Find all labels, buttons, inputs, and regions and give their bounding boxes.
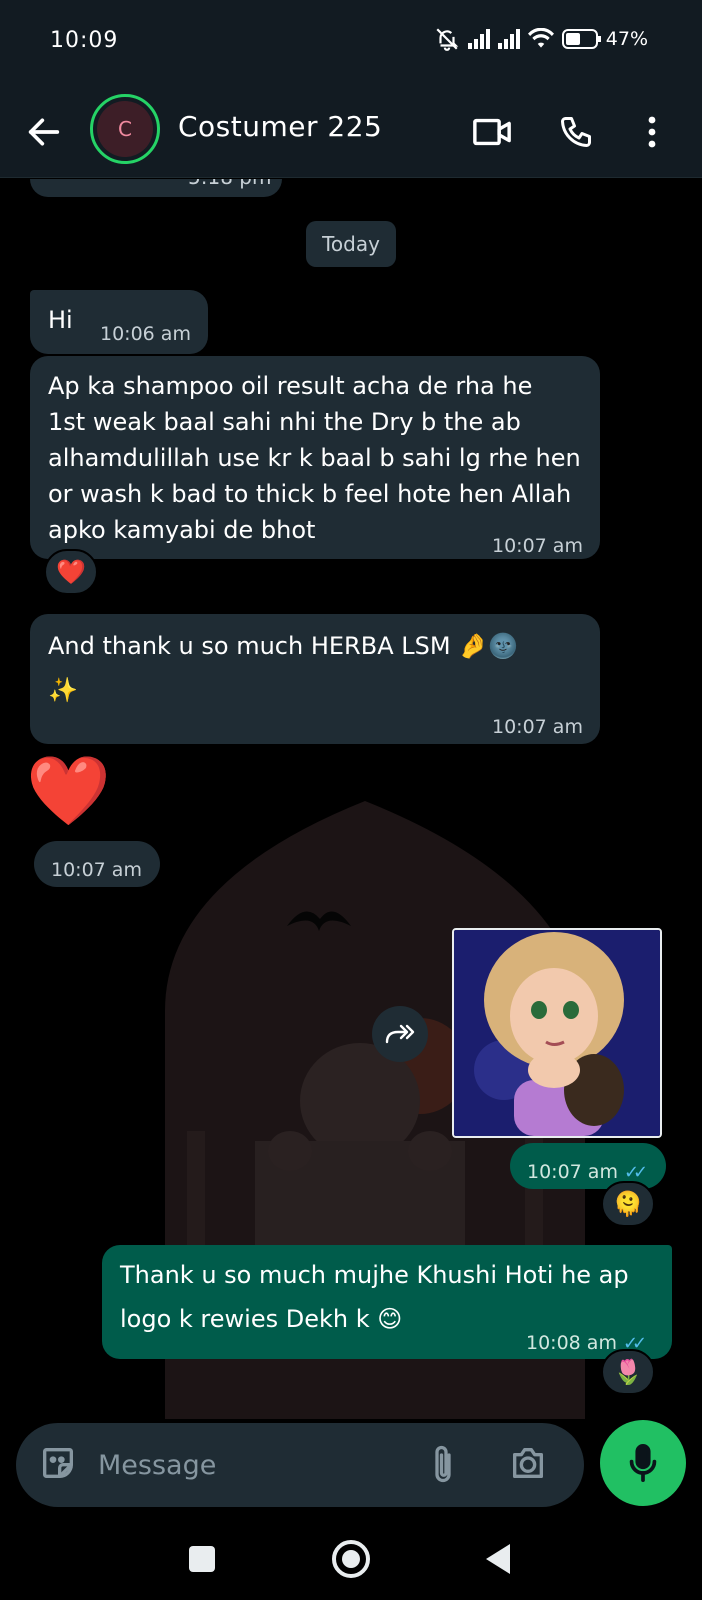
more-options-button[interactable] (640, 110, 664, 154)
wifi-icon (527, 28, 554, 48)
image-thumbnail (454, 930, 660, 1136)
camera-icon (513, 1448, 543, 1478)
message-time: 10:07 am (492, 535, 583, 557)
home-button[interactable] (332, 1540, 370, 1578)
outgoing-message[interactable]: Thank u so much mujhe Khushi Hoti he ap … (102, 1245, 672, 1359)
chat-header: C Costumer 225 (0, 86, 702, 178)
back-arrow-icon (28, 118, 60, 146)
message-time: 10:07 am (51, 859, 142, 881)
voice-record-button[interactable] (600, 1420, 686, 1506)
signal-icon (497, 29, 520, 49)
forward-icon (385, 1024, 415, 1044)
forward-button[interactable] (372, 1006, 428, 1062)
reaction-badge[interactable]: ❤️ (44, 549, 98, 595)
video-call-button[interactable] (470, 110, 514, 154)
home-dot (342, 1550, 360, 1568)
incoming-message[interactable]: Ap ka shampoo oil result acha de rha he … (30, 356, 600, 559)
back-button[interactable] (24, 112, 64, 152)
contact-name[interactable]: Costumer 225 (178, 110, 382, 143)
message-text: And thank u so much HERBA LSM 🤌🌚 ✨ (48, 632, 518, 704)
battery-icon (561, 29, 601, 49)
back-nav-icon[interactable] (484, 1542, 512, 1576)
status-time: 10:09 (50, 28, 119, 53)
date-divider: Today (306, 221, 396, 267)
emoji-message[interactable]: ❤️ (26, 747, 111, 837)
reaction-badge[interactable]: 🌷 (601, 1349, 655, 1395)
camera-button[interactable] (508, 1443, 552, 1487)
mute-bell-icon (436, 28, 459, 51)
sticker-icon (43, 1448, 74, 1478)
signal-icon (467, 29, 490, 49)
contact-avatar[interactable]: C (90, 94, 160, 164)
status-bar: 10:09 47% (0, 0, 702, 86)
read-receipt-icon: ✓✓ (623, 1162, 648, 1183)
reaction-badge[interactable]: 🫠 (601, 1181, 655, 1227)
mic-icon (629, 1444, 657, 1482)
message-text: Ap ka shampoo oil result acha de rha he … (48, 372, 581, 544)
system-navigation-bar (0, 1520, 702, 1600)
video-call-icon (473, 118, 511, 146)
message-bubble-previous[interactable]: 5:18 pm (30, 179, 282, 197)
message-time: 10:07 am (492, 716, 583, 738)
phone-icon (561, 117, 591, 147)
message-time: 5:18 pm (188, 179, 271, 195)
battery-level: 47% (605, 28, 648, 50)
more-vert-icon (648, 116, 656, 148)
message-composer (16, 1423, 584, 1507)
voice-call-button[interactable] (554, 110, 598, 154)
avatar-letter: C (97, 101, 153, 157)
message-input[interactable] (98, 1441, 398, 1489)
emoji-message-time-chip: 10:07 am (34, 841, 160, 887)
incoming-message[interactable]: Hi 10:06 am (30, 290, 208, 354)
image-message[interactable] (452, 928, 662, 1138)
outgoing-time-chip: 10:07 am ✓✓ (510, 1143, 666, 1189)
recents-button[interactable] (189, 1546, 215, 1572)
status-icons: 47% (434, 26, 648, 52)
attach-button[interactable] (428, 1443, 468, 1487)
attach-icon (435, 1445, 451, 1483)
message-time: 10:06 am (100, 323, 191, 345)
sticker-button[interactable] (38, 1443, 82, 1487)
chat-area[interactable]: 5:18 pm Today Hi 10:06 am Ap ka shampoo … (0, 179, 702, 1419)
incoming-message[interactable]: And thank u so much HERBA LSM 🤌🌚 ✨ 10:07… (30, 614, 600, 744)
message-text: Hi (48, 306, 73, 334)
